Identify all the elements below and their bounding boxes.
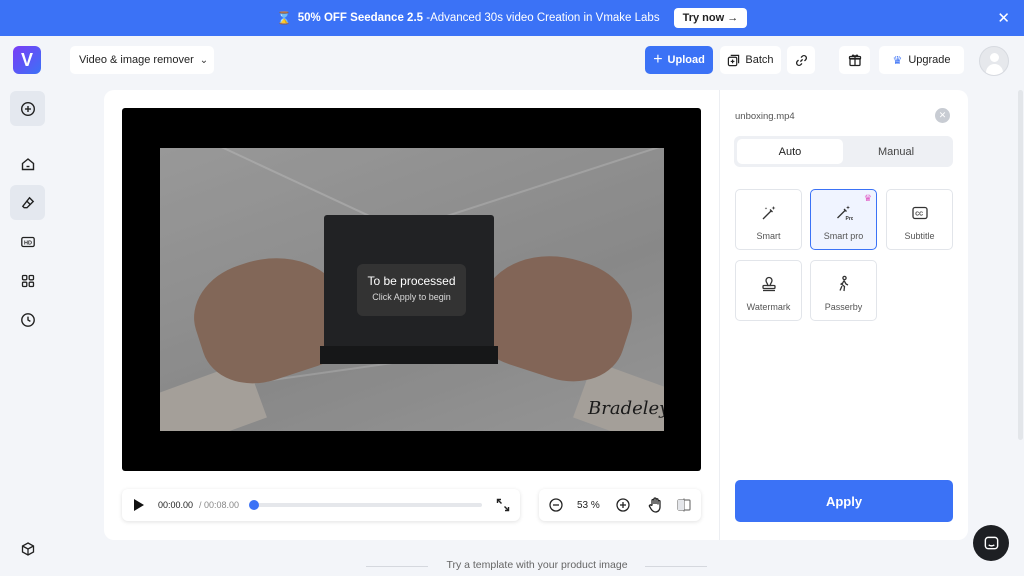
zoom-out-icon[interactable] xyxy=(548,497,564,513)
link-icon xyxy=(795,54,807,66)
template-hint-link[interactable]: Try a template with your product image xyxy=(437,559,637,571)
fullscreen-icon[interactable] xyxy=(496,498,510,512)
left-sidebar: V HD xyxy=(0,36,56,576)
subtitle-cc-icon: CC xyxy=(912,206,928,220)
mode-toggle: Auto Manual xyxy=(734,136,953,167)
batch-label: Batch xyxy=(745,54,774,66)
plus-icon: + xyxy=(653,51,663,68)
pro-crown-icon: ♛ xyxy=(863,193,872,203)
close-icon[interactable]: ✕ xyxy=(997,9,1010,27)
option-watermark[interactable]: Watermark xyxy=(735,260,802,321)
avatar-head xyxy=(990,53,999,62)
scrollbar[interactable] xyxy=(1018,90,1023,440)
svg-text:CC: CC xyxy=(915,212,923,218)
zoom-in-icon[interactable] xyxy=(615,497,631,513)
current-time: 00:00.00 xyxy=(158,500,194,510)
status-hint: Click Apply to begin xyxy=(372,292,451,302)
compare-icon[interactable] xyxy=(676,497,692,513)
svg-text:HD: HD xyxy=(24,240,32,246)
tool-select-label: Video & image remover xyxy=(79,54,194,66)
link-button[interactable] xyxy=(787,46,815,74)
gift-button[interactable] xyxy=(839,46,870,74)
remove-file-icon[interactable]: ✕ xyxy=(935,108,950,123)
plus-circle-icon xyxy=(20,101,35,116)
hd-icon: HD xyxy=(20,236,35,247)
sidebar-item-remover[interactable] xyxy=(10,185,45,220)
app-logo[interactable]: V xyxy=(13,46,41,74)
zoom-level: 53 % xyxy=(577,500,600,511)
status-title: To be processed xyxy=(367,274,456,288)
sidebar-new-button[interactable] xyxy=(10,91,45,126)
promo-banner: ⌛ 50% OFF Seedance 2.5 -Advanced 30s vid… xyxy=(0,0,1024,36)
option-label: Watermark xyxy=(746,302,791,312)
sidebar-item-assets[interactable] xyxy=(10,531,45,566)
tab-manual[interactable]: Manual xyxy=(843,139,949,164)
option-smart-pro[interactable]: ♛ Pro Smart pro xyxy=(810,189,877,250)
option-label: Smart pro xyxy=(823,231,864,241)
option-smart[interactable]: Smart xyxy=(735,189,802,250)
promo-description: -Advanced 30s video Creation in Vmake La… xyxy=(423,12,660,24)
tab-auto[interactable]: Auto xyxy=(737,139,843,164)
chevron-down-icon: ⌄ xyxy=(199,54,209,66)
divider-line xyxy=(366,566,428,567)
option-label: Passerby xyxy=(824,302,863,312)
option-label: Smart xyxy=(756,231,781,241)
option-label: Subtitle xyxy=(904,231,935,241)
watermark-stamp-icon xyxy=(762,276,776,292)
promo-highlight: 50% OFF Seedance 2.5 xyxy=(297,12,424,24)
avatar[interactable] xyxy=(979,46,1009,76)
playback-bar: 00:00.00 / 00:08.00 xyxy=(122,489,520,521)
upgrade-button[interactable]: ♛ Upgrade xyxy=(879,46,964,74)
batch-button[interactable]: Batch xyxy=(720,46,781,74)
apply-button[interactable]: Apply xyxy=(735,480,953,522)
processing-status-overlay: To be processed Click Apply to begin xyxy=(357,264,466,316)
panel-divider xyxy=(719,90,720,540)
home-icon xyxy=(21,157,34,170)
promo-text: 50% OFF Seedance 2.5 -Advanced 30s video… xyxy=(298,12,660,24)
sidebar-item-home[interactable] xyxy=(10,146,45,181)
clock-icon xyxy=(20,312,35,327)
divider-line xyxy=(645,566,707,567)
magic-wand-pro-icon: Pro xyxy=(837,205,854,222)
gift-icon xyxy=(848,54,861,67)
upgrade-label: Upgrade xyxy=(908,54,951,66)
watermark-signature: Bradeley xyxy=(588,398,664,419)
play-icon[interactable] xyxy=(134,499,144,511)
upload-button[interactable]: + Upload xyxy=(645,46,713,74)
batch-icon xyxy=(728,54,740,66)
seek-handle[interactable] xyxy=(249,500,259,510)
tool-select-dropdown[interactable]: Video & image remover ⌄ xyxy=(70,46,214,74)
file-name: unboxing.mp4 xyxy=(735,111,795,122)
eraser-icon xyxy=(21,196,34,208)
sidebar-item-templates[interactable] xyxy=(10,263,45,298)
option-passerby[interactable]: Passerby xyxy=(810,260,877,321)
seek-track[interactable] xyxy=(254,503,482,507)
walking-person-icon xyxy=(839,275,849,292)
chat-support-button[interactable] xyxy=(973,525,1009,561)
magic-wand-icon xyxy=(762,206,776,220)
sidebar-item-hd[interactable]: HD xyxy=(10,224,45,259)
grid-icon xyxy=(21,274,34,287)
zoom-controls: 53 % xyxy=(539,489,701,521)
svg-text:Pro: Pro xyxy=(846,216,854,222)
try-now-button[interactable]: Try now → xyxy=(673,8,748,28)
box-icon xyxy=(21,541,34,556)
upload-label: Upload xyxy=(667,54,705,66)
option-subtitle[interactable]: CC Subtitle xyxy=(886,189,953,250)
hourglass-icon: ⌛ xyxy=(276,11,292,25)
avatar-body xyxy=(986,64,1003,75)
sidebar-item-history[interactable] xyxy=(10,302,45,337)
crown-icon: ♛ xyxy=(892,54,903,67)
hand-pan-icon[interactable] xyxy=(647,496,665,514)
chat-icon xyxy=(984,536,998,549)
total-time: / 00:08.00 xyxy=(199,500,240,510)
